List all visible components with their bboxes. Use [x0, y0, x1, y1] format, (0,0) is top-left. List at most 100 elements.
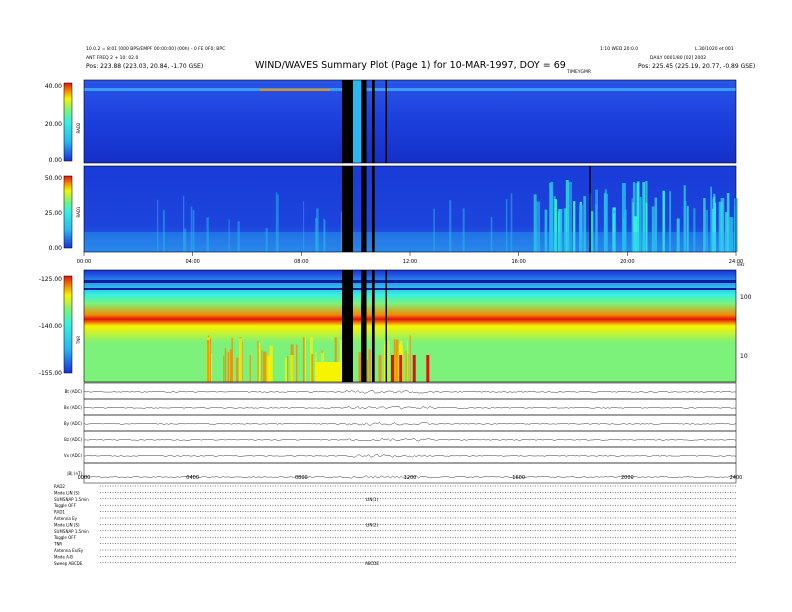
tnr-burst	[366, 359, 368, 382]
rad2-ytick-mid: 20.00	[45, 121, 62, 128]
rad2-ylabel: RAD2	[76, 122, 81, 133]
tnr-burst	[261, 349, 263, 382]
tnr-dark-band	[342, 270, 353, 382]
tnr-burst	[263, 351, 267, 382]
rad1-xtick-label: 04:00	[185, 259, 199, 265]
tnr-burst	[395, 339, 399, 382]
footer-row-label: Mode A-B	[54, 554, 73, 559]
rad1-colorbar	[63, 175, 73, 249]
tnr-burst	[206, 340, 210, 382]
mag-xtick-label: 2400	[730, 475, 743, 481]
mag-row-frame	[83, 382, 737, 400]
rad1-xtick-label: 16:00	[511, 259, 525, 265]
tnr-burst	[384, 340, 386, 382]
rad1-dark-band	[361, 166, 367, 252]
rad1-ytick-top: 50.00	[45, 175, 62, 182]
tnr-burst	[311, 354, 314, 382]
tnr-burst	[304, 336, 306, 382]
rad2-dark-band	[342, 80, 353, 163]
summary-plot: RAD2 40.00 20.00 0.00 RAD1 50.00 25.00 0…	[39, 79, 752, 566]
mag-xtick-label: 0400	[186, 475, 199, 481]
tnr-burst-red	[399, 355, 403, 382]
tnr-burst	[236, 357, 239, 382]
rad2-bright-band	[84, 88, 736, 91]
tnr-burst	[406, 341, 408, 382]
rad2-ytick-top: 40.00	[45, 83, 62, 90]
footer-row-label: RAD2	[54, 484, 65, 489]
footer-row-label: Toggle OFF	[53, 535, 77, 540]
mag-xtick-label: 0000	[78, 475, 91, 481]
rad1-xtick-label: 08:00	[294, 259, 308, 265]
footer-row-marker: LIN(1)	[366, 497, 379, 502]
tnr-burst	[290, 355, 294, 382]
mag-xtick-label: 1600	[512, 475, 525, 481]
rad2-dark-band	[385, 80, 387, 163]
tnr-burst	[249, 354, 251, 382]
footer-row-label: Sweep ABCDE	[54, 561, 83, 566]
mag-xtick-label: 0800	[295, 475, 308, 481]
footer-row-label: Antenna Ey	[54, 516, 78, 521]
footer-row-marker: ABCDE	[365, 561, 379, 566]
tnr-dark-band-1	[84, 280, 736, 283]
mag-xtick-label: 2000	[621, 475, 634, 481]
tnr-burst	[393, 339, 396, 382]
tnr-dark-band-2	[84, 288, 736, 290]
tnr-burst	[223, 355, 225, 382]
rad1-dark-band	[342, 166, 353, 252]
rad1-dark-band	[589, 166, 591, 252]
tnr-burst-red	[412, 355, 416, 382]
tnr-ytick-top: -125.00	[39, 276, 62, 283]
mag-row-label: Bz (ADC)	[64, 437, 82, 442]
tnr-burst	[368, 349, 371, 382]
footer-row-label: Mode LIN (S)	[54, 522, 80, 527]
tnr-burst	[296, 344, 298, 382]
footer-row-label: Mode LIN (S)	[54, 490, 80, 495]
footer-row-label: SUMSNAP 1.5min	[54, 497, 89, 502]
tnr-burst-red	[426, 355, 430, 382]
footer-row-label: RAD1	[54, 510, 65, 515]
tnr-colorbar	[63, 275, 73, 374]
footer-row-label: Toggle OFF	[53, 503, 77, 508]
tnr-burst-red	[390, 355, 394, 382]
tnr-burst-yellow	[314, 362, 343, 382]
rad2-dark-band	[371, 80, 375, 163]
mag-trace	[83, 454, 737, 458]
mag-trace	[83, 406, 737, 410]
rad1-ylabel: RAD1	[76, 206, 81, 217]
rad1-xtick-label: 12:00	[403, 259, 417, 265]
tnr-burst	[378, 355, 382, 382]
tnr-ylabel: TNR	[76, 336, 81, 345]
tnr-burst	[257, 341, 259, 382]
mag-trace	[83, 390, 737, 394]
rad2-colorbar	[63, 82, 73, 162]
tnr-right-tick-100: 100	[740, 294, 752, 301]
rad2-heatmap	[84, 80, 736, 163]
rad1-dark-band	[371, 166, 375, 252]
rad2-ytick-bottom: 0.00	[49, 157, 63, 164]
rad1-ytick-bottom: 0.00	[49, 245, 63, 252]
footer-row-label: Antenna Ex/Ey	[54, 548, 84, 553]
rad2-cyan-strip	[352, 80, 362, 163]
mag-row-label: Vx (ADC)	[64, 453, 83, 458]
tnr-dark-band	[385, 270, 387, 382]
tnr-ytick-mid: -140.00	[39, 323, 62, 330]
rad1-xtick-label: 00:00	[77, 259, 91, 265]
footer-row-label: SUMSNAP 1.5min	[54, 529, 89, 534]
footer-row-label: TNR	[53, 542, 62, 547]
tnr-burst	[227, 352, 230, 382]
tnr-burst	[224, 347, 227, 382]
mag-row-label: Bx (ADC)	[64, 405, 83, 410]
tnr-burst	[238, 338, 242, 382]
tnr-burst	[409, 335, 411, 382]
tnr-burst	[388, 340, 390, 382]
tnr-burst	[269, 345, 273, 382]
mag-row-frame	[83, 414, 737, 432]
tnr-right-tick-10: 10	[740, 353, 748, 360]
rad1-bottom-glow	[84, 232, 736, 252]
tnr-ytick-bottom: -155.00	[39, 370, 62, 377]
mag-row-label: Bt (ADC)	[65, 389, 83, 394]
rad1-ytick-mid: 25.00	[45, 210, 62, 217]
rad2-red-streak	[260, 89, 330, 91]
footer-row-marker: LIN(2)	[366, 522, 379, 527]
rad1-xtick-label: 20:00	[620, 259, 634, 265]
